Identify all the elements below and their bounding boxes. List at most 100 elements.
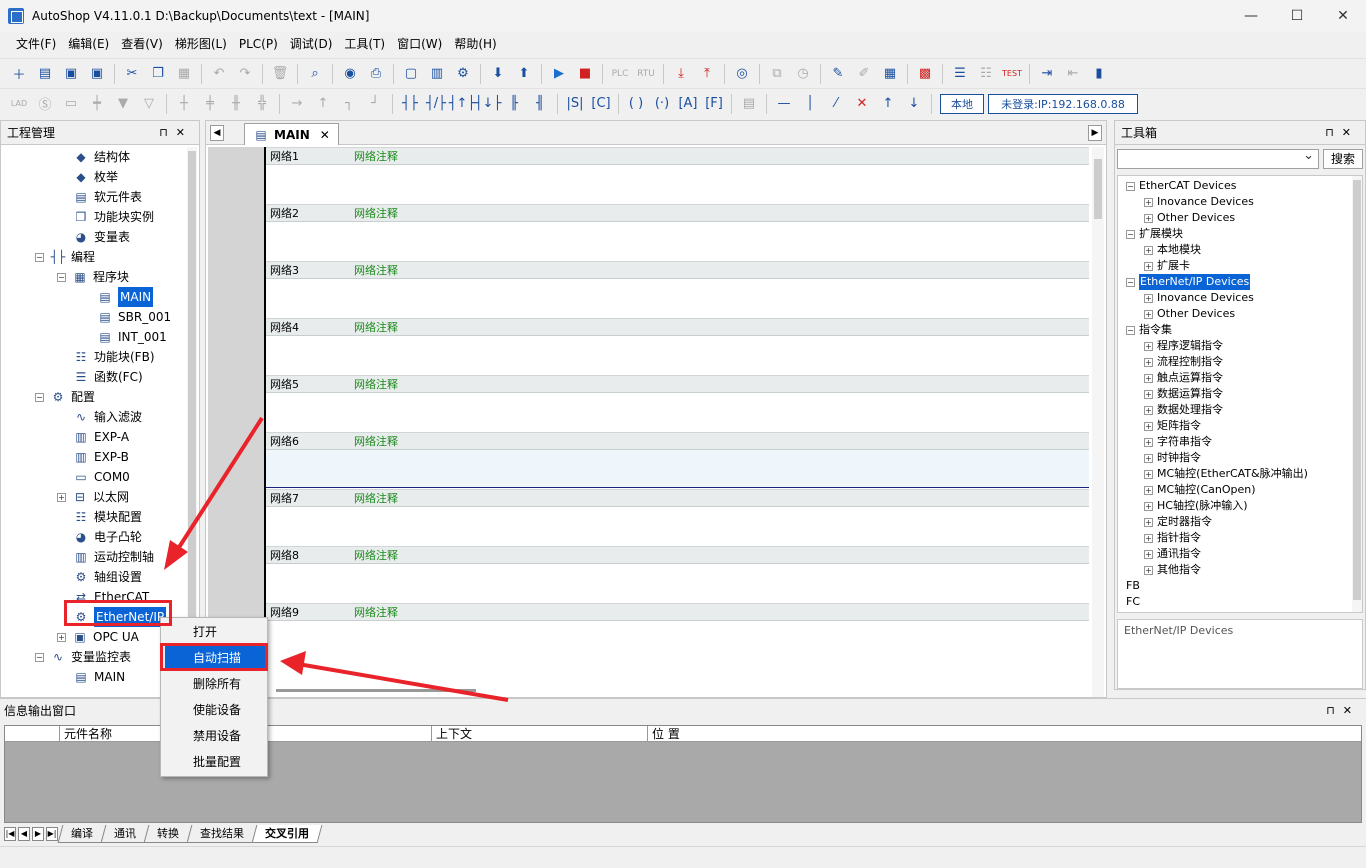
column-position[interactable]: 位 置: [647, 726, 1361, 742]
tree-item-monitor-main[interactable]: ▤ MAIN: [73, 667, 125, 687]
expand-icon[interactable]: +: [1144, 437, 1153, 447]
paste-icon[interactable]: ▦: [173, 63, 195, 85]
toolbox-item[interactable]: + 流程控制指令: [1144, 354, 1223, 370]
collapse-icon[interactable]: −: [1126, 181, 1135, 191]
toolbox-item[interactable]: + 本地模块: [1144, 242, 1201, 258]
ladder-vertical-scrollbar[interactable]: [1092, 147, 1104, 697]
logout-icon[interactable]: ⇤: [1062, 63, 1084, 85]
align-icon[interactable]: ☰: [949, 63, 971, 85]
comment-icon[interactable]: ▤: [738, 93, 760, 115]
scrollbar-thumb[interactable]: [188, 151, 196, 621]
expand-icon[interactable]: +: [1144, 549, 1153, 559]
toolbox-item[interactable]: + 触点运算指令: [1144, 370, 1223, 386]
tree-item-fc[interactable]: ☰ 函数(FC): [73, 367, 143, 387]
menu-item-batch-config[interactable]: 批量配置: [165, 750, 265, 774]
tab-cross-reference[interactable]: 交叉引用: [251, 825, 323, 843]
expand-icon[interactable]: +: [1144, 197, 1153, 207]
open-file-icon[interactable]: ▤: [34, 63, 56, 85]
toolbox-item[interactable]: + 定时器指令: [1144, 514, 1212, 530]
edit-icon[interactable]: ✐: [853, 63, 875, 85]
network-9[interactable]: 网络9 网络注释: [266, 603, 1089, 660]
tree-item-struct[interactable]: ◆ 结构体: [73, 147, 130, 167]
expand-icon[interactable]: +: [1144, 357, 1153, 367]
pin-icon[interactable]: ⊓: [1325, 126, 1342, 139]
tree-item-programming[interactable]: − ┤├ 编程: [35, 247, 95, 267]
toolbox-item[interactable]: + 指针指令: [1144, 530, 1201, 546]
toolbox-item[interactable]: + 数据运算指令: [1144, 386, 1223, 402]
prev-tab-icon[interactable]: ◀: [18, 827, 30, 841]
hline-icon[interactable]: →: [286, 93, 308, 115]
stop-icon[interactable]: ■: [574, 63, 596, 85]
network-comment[interactable]: 网络注释: [354, 604, 398, 622]
block-icon[interactable]: ▭: [60, 93, 82, 115]
tab-scroll-right-icon[interactable]: ▶: [1088, 125, 1102, 141]
toolbox-item[interactable]: + 数据处理指令: [1144, 402, 1223, 418]
tree-item-main[interactable]: ▤ MAIN: [97, 287, 154, 307]
window-icon[interactable]: ▢: [400, 63, 422, 85]
scrollbar-thumb[interactable]: [1353, 180, 1361, 600]
matrix-icon[interactable]: ▦: [879, 63, 901, 85]
menu-item-open[interactable]: 打开: [165, 620, 265, 644]
menu-window[interactable]: 窗口(W): [391, 32, 448, 56]
down-arrow2-icon[interactable]: ↓: [903, 93, 925, 115]
corner-icon[interactable]: ┐: [338, 93, 360, 115]
tab-scroll-left-icon[interactable]: ◀: [210, 125, 224, 141]
function-block-icon[interactable]: [F]: [703, 93, 725, 115]
set-contact-icon[interactable]: |S|: [564, 93, 586, 115]
collapse-icon[interactable]: −: [35, 252, 44, 262]
toolbox-item[interactable]: + 扩展卡: [1144, 258, 1190, 274]
expand-icon[interactable]: +: [1144, 517, 1153, 527]
tree-item-monitor-table[interactable]: − ∿ 变量监控表: [35, 647, 131, 667]
apply-block-icon[interactable]: [A]: [677, 93, 699, 115]
column-context[interactable]: 上下文: [431, 726, 647, 742]
toolbox-item[interactable]: + 矩阵指令: [1144, 418, 1201, 434]
collapse-icon[interactable]: −: [57, 272, 66, 282]
download-icon[interactable]: ⤓: [670, 63, 692, 85]
expand-icon[interactable]: +: [1144, 533, 1153, 543]
upload-icon[interactable]: ⤒: [696, 63, 718, 85]
menu-file[interactable]: 文件(F): [10, 32, 62, 56]
delete-icon[interactable]: 🗑: [269, 63, 291, 85]
edit-online-icon[interactable]: ✎: [827, 63, 849, 85]
expand-icon[interactable]: +: [1144, 373, 1153, 383]
menu-view[interactable]: 查看(V): [115, 32, 169, 56]
network-comment[interactable]: 网络注释: [354, 376, 398, 394]
tree-item-electronic-cam[interactable]: ◕ 电子凸轮: [73, 527, 142, 547]
toolbox-item[interactable]: + 其他指令: [1144, 562, 1201, 578]
collapse-icon[interactable]: −: [35, 652, 44, 662]
down-arrow-icon[interactable]: ▼: [112, 93, 134, 115]
first-tab-icon[interactable]: |◀: [4, 827, 16, 841]
expand-icon[interactable]: +: [1144, 453, 1153, 463]
tree-item-variable-table[interactable]: ◕ 变量表: [73, 227, 130, 247]
tree-item-com0[interactable]: ▭ COM0: [73, 467, 129, 487]
tree-item-module-config[interactable]: ☷ 模块配置: [73, 507, 142, 527]
menu-ladder[interactable]: 梯形图(L): [169, 32, 233, 56]
tree-item-fb[interactable]: ☷ 功能块(FB): [73, 347, 155, 367]
delete-line-icon[interactable]: ✕: [851, 93, 873, 115]
panel-close-icon[interactable]: ✕: [1343, 704, 1360, 717]
toolbox-item[interactable]: + 字符串指令: [1144, 434, 1212, 450]
tab-find-results[interactable]: 查找结果: [186, 825, 258, 843]
network-7[interactable]: 网络7 网络注释: [266, 489, 1089, 546]
nc-contact-icon[interactable]: ┤/├: [425, 93, 447, 115]
toolbox-item[interactable]: + Inovance Devices: [1144, 194, 1254, 210]
tree-item-axis-group[interactable]: ⚙ 轴组设置: [73, 567, 142, 587]
ladder-editor[interactable]: 网络1 网络注释 网络2 网络注释 网络3 网络注释 网络4 网络注释 网络5 网络注释 …: [206, 147, 1106, 697]
tool-config-icon[interactable]: ▩: [914, 63, 936, 85]
compare-contact-icon[interactable]: [C]: [590, 93, 612, 115]
collapse-icon[interactable]: −: [35, 392, 44, 402]
last-tab-icon[interactable]: ▶|: [46, 827, 58, 841]
no-contact-icon[interactable]: ┤├: [399, 93, 421, 115]
expand-icon[interactable]: +: [57, 492, 66, 502]
plc-icon[interactable]: PLC: [609, 63, 631, 85]
test-icon[interactable]: TEST: [1001, 63, 1023, 85]
s-icon[interactable]: Ⓢ: [34, 93, 56, 115]
toolbox-tree-scrollbar[interactable]: [1352, 176, 1362, 612]
network-comment[interactable]: 网络注释: [354, 490, 398, 508]
connection-status[interactable]: 未登录:IP:192.168.0.88: [988, 93, 1138, 114]
toolbox-item[interactable]: + 通讯指令: [1144, 546, 1201, 562]
next-tab-icon[interactable]: ▶: [32, 827, 44, 841]
compare-icon[interactable]: ⧉: [766, 63, 788, 85]
scrollbar-thumb[interactable]: [276, 689, 476, 692]
toolbox-item[interactable]: − EtherNet/IP Devices: [1126, 274, 1251, 290]
